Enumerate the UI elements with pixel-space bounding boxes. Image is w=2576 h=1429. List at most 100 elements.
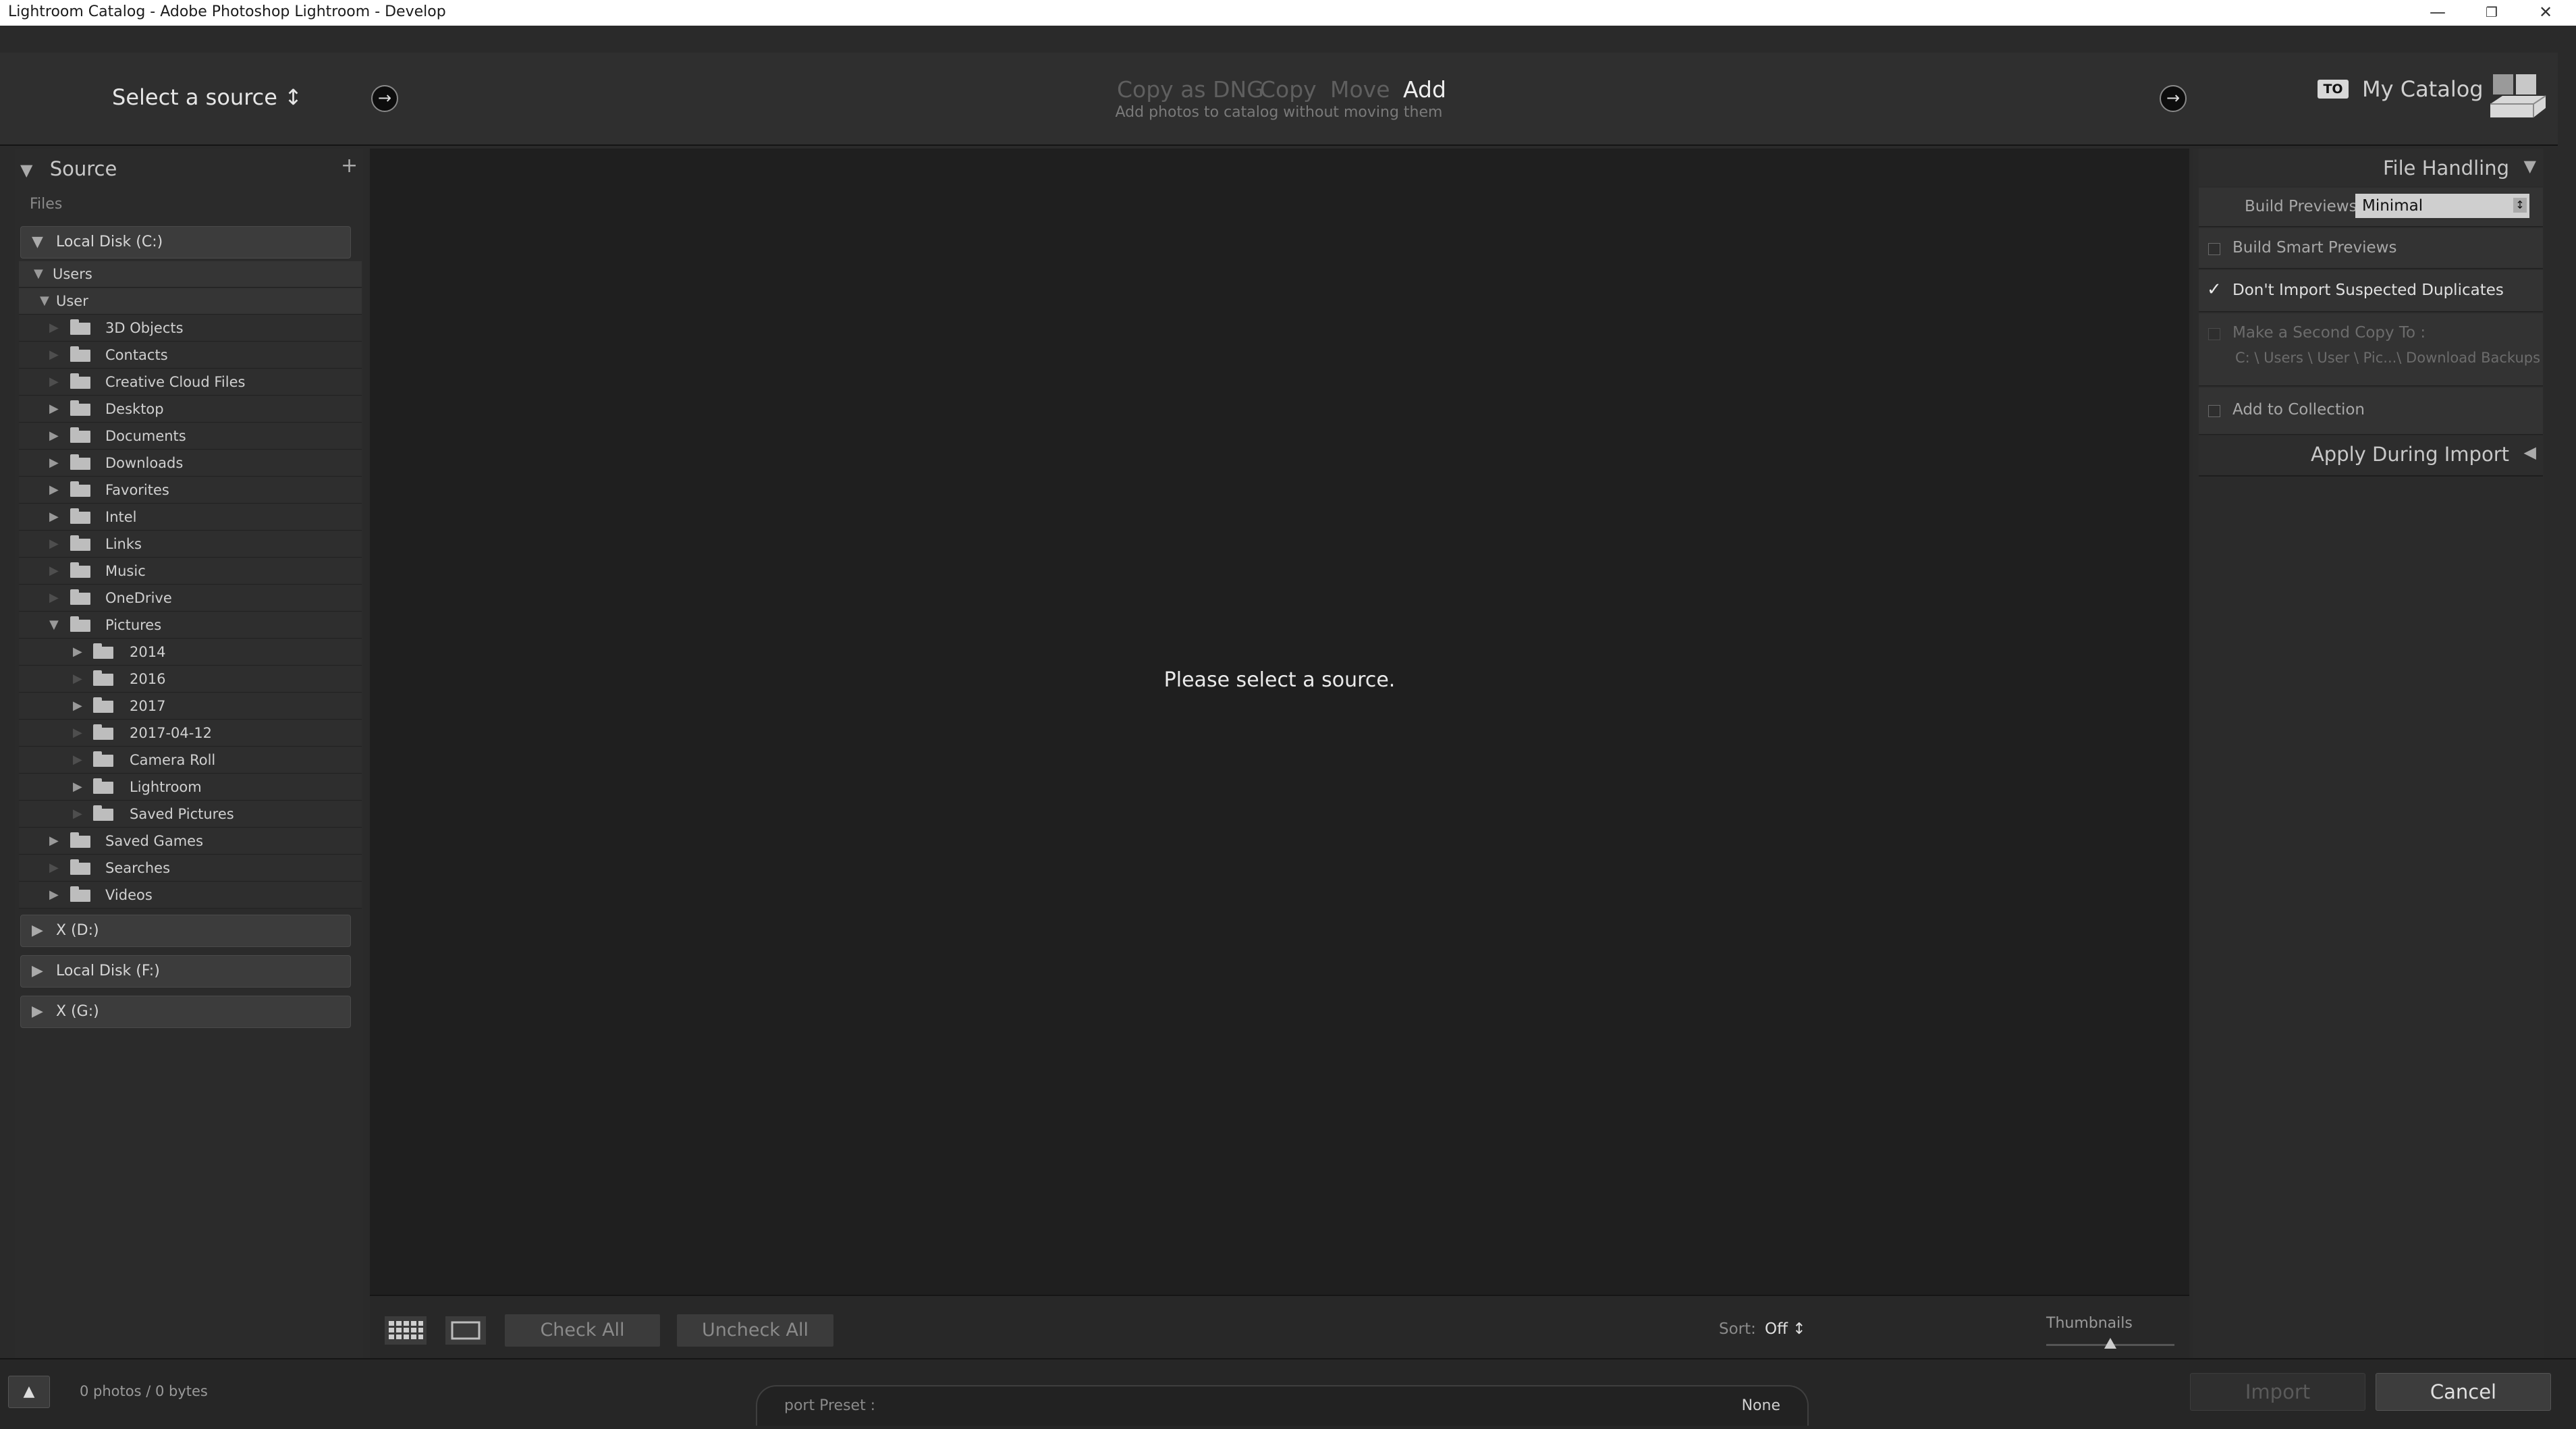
folder-name: 2016 [130,671,166,687]
mode-move[interactable]: Move [1330,76,1390,103]
drive-label: Local Disk (C:) [56,234,163,250]
add-to-collection-checkbox[interactable] [2208,405,2220,417]
source-panel-header[interactable]: ▼ Source [20,157,117,180]
empty-source-message: Please select a source. [1163,668,1396,692]
second-copy-label: Make a Second Copy To : [2232,324,2426,342]
build-smart-previews-checkbox[interactable] [2208,243,2220,255]
collapsed-triangle-icon[interactable]: ▶ [49,423,59,449]
folder-icon [70,832,90,848]
folder-row[interactable]: ▼ Users [19,261,362,288]
import-preset-bar[interactable]: port Preset : None [756,1385,1809,1426]
folder-icon [70,535,90,551]
check-all-button[interactable]: Check All [505,1314,660,1347]
folder-name: 2014 [130,644,166,660]
import-button[interactable]: Import [2190,1373,2365,1411]
folder-row[interactable]: ▼ User [19,288,362,315]
build-previews-select[interactable]: Minimal ↕ [2355,194,2529,218]
folder-row[interactable]: ▶ Desktop [19,396,362,423]
folder-name: Links [105,536,142,552]
folder-icon [93,724,113,740]
add-to-collection-row[interactable]: Add to Collection [2199,387,2543,435]
folder-row[interactable]: ▶ Creative Cloud Files [19,369,362,396]
folder-row[interactable]: ▶ Music [19,558,362,585]
expanded-triangle-icon[interactable]: ▼ [49,612,59,638]
folder-row[interactable]: ▶ Contacts [19,342,362,369]
folder-icon [93,805,113,821]
collapsed-triangle-icon[interactable]: ▶ [49,450,59,476]
thumbnail-slider-knob[interactable] [2104,1338,2116,1349]
drive-x-g[interactable]: ▶ X (G:) [20,996,351,1028]
destination-arrow-icon[interactable]: → [2160,85,2187,112]
drive-x-d[interactable]: ▶ X (D:) [20,915,351,947]
collapsed-triangle-icon[interactable]: ▶ [73,693,82,719]
folder-name: User [56,293,88,309]
apply-during-import-header[interactable]: Apply During Import ◀ [2199,436,2543,477]
collapsed-triangle-icon: ▶ [49,564,59,578]
folder-row[interactable]: ▶ Links [19,531,362,558]
drive-label: Local Disk (F:) [56,963,160,979]
folder-row[interactable]: ▶ Saved Pictures [19,801,362,828]
expanded-triangle-icon[interactable]: ▼ [40,288,49,314]
collapsed-triangle-icon[interactable]: ▶ [49,828,59,854]
folder-row[interactable]: ▶ Saved Games [19,828,362,855]
source-arrow-icon[interactable]: → [371,85,398,112]
folder-row[interactable]: ▶ Downloads [19,450,362,477]
expanded-triangle-icon[interactable]: ▼ [34,261,43,287]
collapsed-triangle-icon: ▶ [49,861,59,875]
collapsed-triangle-icon: ▶ [49,348,59,362]
collapsed-triangle-icon: ▶ [32,963,43,979]
collapsed-triangle-icon[interactable]: ▶ [49,504,59,530]
folder-row[interactable]: ▼ Pictures [19,612,362,639]
folder-row[interactable]: ▶ OneDrive [19,585,362,612]
collapsed-triangle-icon[interactable]: ▶ [49,477,59,503]
folder-icon [93,697,113,713]
minimize-icon[interactable]: — [2407,0,2468,26]
folder-row[interactable]: ▶ Videos [19,882,362,909]
destination-catalog[interactable]: My Catalog [2362,76,2484,102]
folder-row[interactable]: ▶ Intel [19,504,362,531]
drive-local-disk-c[interactable]: ▼ Local Disk (C:) [20,226,351,259]
second-copy-row[interactable]: Make a Second Copy To : C: \ Users \ Use… [2199,313,2543,386]
mode-copy[interactable]: Copy [1260,76,1317,103]
folder-row[interactable]: ▶ 3D Objects [19,315,362,342]
expand-dialog-icon[interactable]: ▲ [8,1376,50,1408]
mode-add[interactable]: Add [1403,76,1446,103]
folder-row[interactable]: ▶ 2016 [19,666,362,693]
collapsed-triangle-icon[interactable]: ▶ [73,639,82,665]
collapsed-triangle-icon[interactable]: ▶ [73,774,82,800]
mode-copy-as-dng[interactable]: Copy as DNG [1117,76,1264,103]
sort-select[interactable]: Off ↕ [1765,1320,1806,1338]
import-preset-value[interactable]: None [1742,1397,1780,1414]
folder-row[interactable]: ▶ Searches [19,855,362,882]
grid-view-icon[interactable] [385,1316,427,1345]
build-smart-previews-row[interactable]: Build Smart Previews [2199,228,2543,269]
uncheck-all-button[interactable]: Uncheck All [677,1314,833,1347]
collapsed-triangle-icon[interactable]: ▶ [49,882,59,908]
folder-icon [70,319,90,335]
add-source-icon[interactable]: + [341,154,358,178]
folder-icon [70,454,90,470]
checkmark-icon[interactable]: ✓ [2207,279,2222,300]
folder-name: Users [53,266,92,282]
dont-import-duplicates-row[interactable]: ✓ Don't Import Suspected Duplicates [2199,270,2543,312]
folder-name: Camera Roll [130,752,216,768]
folder-row[interactable]: ▶ Camera Roll [19,747,362,774]
cancel-button[interactable]: Cancel [2376,1373,2551,1411]
second-copy-checkbox[interactable] [2208,328,2220,340]
restore-icon[interactable]: ❐ [2461,0,2522,26]
folder-row[interactable]: ▶ Favorites [19,477,362,504]
drive-local-disk-f[interactable]: ▶ Local Disk (F:) [20,955,351,988]
folder-row[interactable]: ▶ 2017 [19,693,362,720]
folder-row[interactable]: ▶ Lightroom [19,774,362,801]
folder-icon [70,427,90,443]
drive-label: X (G:) [56,1003,99,1020]
folder-row[interactable]: ▶ 2014 [19,639,362,666]
file-handling-header[interactable]: File Handling ▼ [2199,149,2543,186]
folder-row[interactable]: ▶ Documents [19,423,362,450]
collapsed-triangle-icon: ▶ [49,321,59,335]
close-icon[interactable]: ✕ [2515,0,2576,26]
loupe-view-icon[interactable] [445,1316,486,1345]
folder-row[interactable]: ▶ 2017-04-12 [19,720,362,747]
select-source-button[interactable]: Select a source ↕ [112,84,302,110]
collapsed-triangle-icon[interactable]: ▶ [49,396,59,422]
